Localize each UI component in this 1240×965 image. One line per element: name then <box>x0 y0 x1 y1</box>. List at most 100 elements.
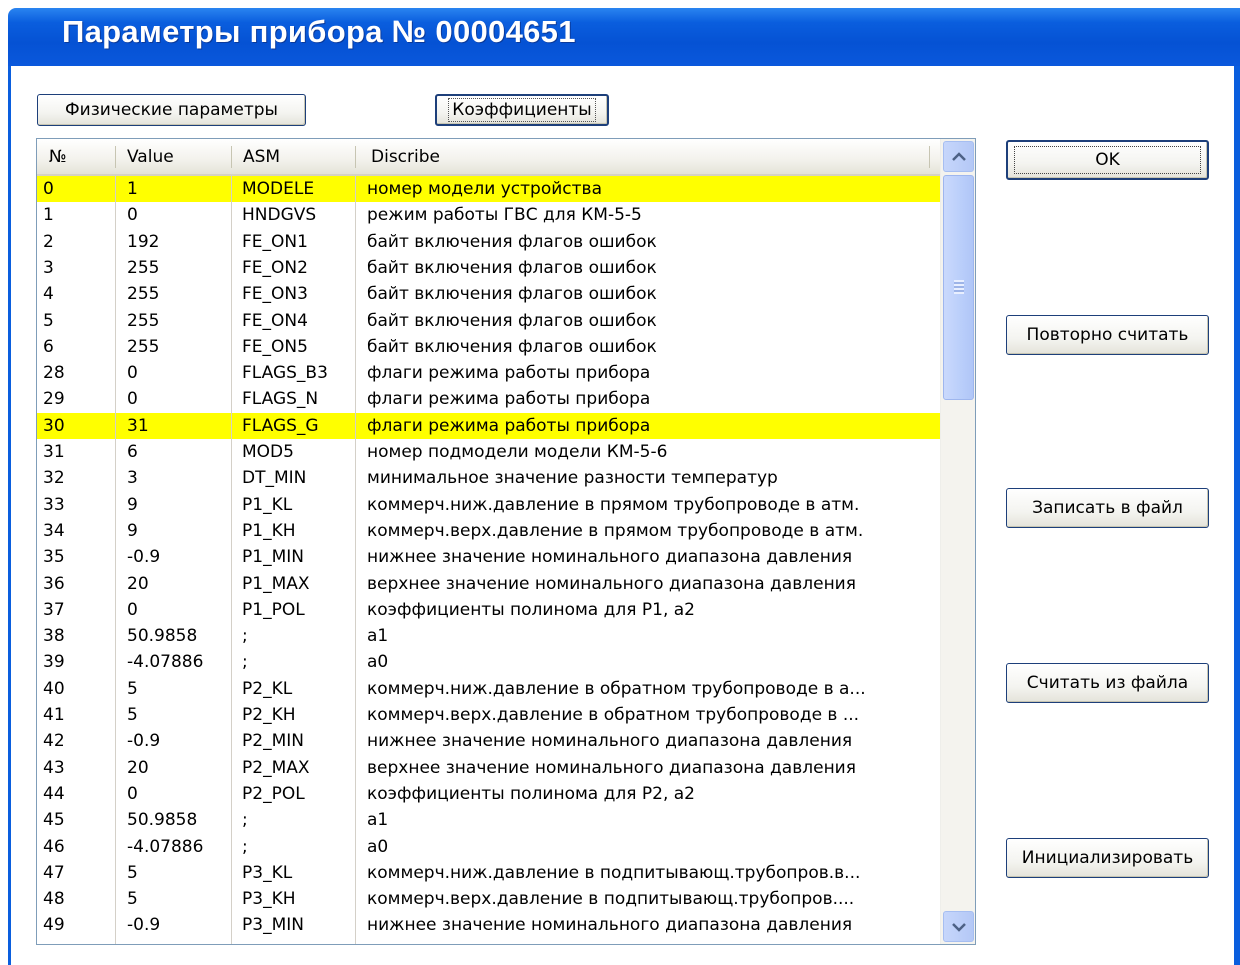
table-row[interactable]: 4 255 FE_ON3 байт включения флагов ошибок <box>37 281 940 307</box>
table-row[interactable]: 33 9 P1_KL коммерч.ниж.давление в прямом тр… <box>37 492 940 518</box>
cell-value: 5 <box>127 705 138 725</box>
cell-no: 35 <box>43 547 65 568</box>
table-row[interactable]: 41 5 P2_KH коммерч.верх.давление в обратном… <box>37 702 940 728</box>
column-header-no[interactable]: № <box>37 139 115 174</box>
table-row[interactable]: 48 5 P3_KH коммерч.верх.давление в подпитыв… <box>37 886 940 912</box>
reread-button[interactable]: Повторно считать <box>1006 315 1209 355</box>
cell-no: 29 <box>43 389 65 410</box>
cell-no: 5 <box>43 310 54 331</box>
cell-no: 47 <box>43 862 65 883</box>
table-row[interactable]: 49 -0.9 P3_MIN нижнее значение номинального… <box>37 912 940 938</box>
cell-describe: флаги режима работы прибора <box>367 363 651 384</box>
cell-value: -0.9 <box>127 915 161 936</box>
cell-describe: коммерч.ниж.давление в прямом трубопрово… <box>367 494 860 515</box>
initialize-button[interactable]: Инициализировать <box>1006 838 1209 878</box>
cell-describe: коммерч.ниж.давление в подпитывающ.трубо… <box>367 862 861 883</box>
table-row[interactable]: 43 20 P2_MAX верхнее значение номинального … <box>37 755 940 781</box>
scrollbar-thumb[interactable] <box>943 175 974 400</box>
table-row[interactable]: 30 31 FLAGS_G флаги режима работы прибора <box>37 412 940 439</box>
cell-asm: P1_POL <box>242 599 305 620</box>
table-row[interactable]: 0 1 MODELE номер модели устройства <box>37 176 940 203</box>
table-row[interactable]: 44 0 P2_POL коэффициенты полинома для P2, a… <box>37 781 940 807</box>
table-row[interactable]: 40 5 P2_KL коммерч.ниж.давление в обратном … <box>37 676 940 702</box>
table-row[interactable]: 46 -4.07886; a0 <box>37 834 940 860</box>
cell-describe: верхнее значение номинального диапазона … <box>367 757 856 778</box>
cell-no: 3 <box>43 257 54 278</box>
window-frame-right <box>1234 66 1240 965</box>
cell-value: 5 <box>127 862 138 883</box>
table-row[interactable]: 6 255 FE_ON5 байт включения флагов ошибок <box>37 334 940 360</box>
cell-no: 32 <box>43 468 65 489</box>
table-row[interactable]: 5 255 FE_ON4 байт включения флагов ошибок <box>37 308 940 334</box>
cell-no: 46 <box>43 836 65 857</box>
cell-asm: FE_ON4 <box>242 310 308 331</box>
table-row[interactable]: 32 3 DT_MIN минимальное значение разности т… <box>37 465 940 491</box>
cell-asm: ; <box>242 652 248 673</box>
save-to-file-label: Записать в файл <box>1032 498 1183 518</box>
cell-value: 20 <box>127 757 149 778</box>
cell-asm: FE_ON5 <box>242 336 308 357</box>
table-row[interactable]: 3 255 FE_ON2 байт включения флагов ошибок <box>37 255 940 281</box>
cell-asm: P2_POL <box>242 783 305 804</box>
column-header-describe[interactable]: Discribe <box>355 139 915 174</box>
cell-value: 31 <box>127 415 149 436</box>
vertical-scrollbar[interactable] <box>940 139 975 944</box>
cell-describe: номер модели устройства <box>367 179 602 199</box>
ok-button[interactable]: OK <box>1006 140 1209 180</box>
cell-asm: P3_MIN <box>242 915 304 936</box>
table-row[interactable]: 28 0 FLAGS_B3 флаги режима работы прибора <box>37 360 940 386</box>
cell-describe: a0 <box>367 836 389 857</box>
cell-asm: FLAGS_N <box>242 389 319 410</box>
cell-asm: FLAGS_G <box>242 415 319 436</box>
column-divider <box>231 176 232 944</box>
save-to-file-button[interactable]: Записать в файл <box>1006 488 1209 528</box>
cell-asm: ; <box>242 810 248 831</box>
scrollbar-grip-icon <box>954 280 964 294</box>
table-row[interactable]: 29 0 FLAGS_N флаги режима работы прибора <box>37 386 940 412</box>
table-row[interactable]: 47 5 P3_KL коммерч.ниж.давление в подпитыва… <box>37 860 940 886</box>
cell-describe: минимальное значение разности температур <box>367 468 778 489</box>
cell-value: 9 <box>127 494 138 515</box>
cell-asm: P3_KH <box>242 889 296 910</box>
cell-value: 0 <box>127 599 138 620</box>
table-row[interactable]: 31 6 MOD5 номер подмодели модели КМ-5-6 <box>37 439 940 465</box>
cell-value: 0 <box>127 363 138 384</box>
cell-describe: нижнее значение номинального диапазона д… <box>367 731 853 752</box>
column-separator[interactable] <box>929 146 930 168</box>
parameters-table[interactable]: № Value ASM Discribe 0 1 MODELE номер модел… <box>36 138 976 945</box>
cell-describe: коэффициенты полинома для P1, a2 <box>367 599 695 620</box>
cell-describe: номер подмодели модели КМ-5-6 <box>367 442 668 462</box>
load-from-file-button[interactable]: Считать из файла <box>1006 663 1209 703</box>
scroll-down-arrow-icon[interactable] <box>943 911 974 942</box>
table-row[interactable]: 38 50.9858; a1 <box>37 623 940 649</box>
cell-value: -0.9 <box>127 547 161 568</box>
cell-asm: P2_MIN <box>242 731 304 752</box>
cell-value: -4.07886 <box>127 836 204 857</box>
window-title: Параметры прибора № 00004651 <box>62 14 576 49</box>
title-bar[interactable]: Параметры прибора № 00004651 <box>8 8 1240 66</box>
cell-describe: a1 <box>367 626 389 647</box>
scroll-up-arrow-icon[interactable] <box>943 141 974 172</box>
table-row[interactable]: 1 0 HNDGVS режим работы ГВС для КМ-5-5 <box>37 202 940 228</box>
cell-value: 255 <box>127 257 160 278</box>
cell-value: 5 <box>127 678 138 699</box>
initialize-label: Инициализировать <box>1021 848 1194 868</box>
physical-params-tab-button[interactable]: Физические параметры <box>37 94 306 126</box>
table-row[interactable]: 42 -0.9 P2_MIN нижнее значение номинального… <box>37 728 940 754</box>
cell-describe: коммерч.верх.давление в прямом трубопров… <box>367 520 864 541</box>
table-row[interactable]: 34 9 P1_KH коммерч.верх.давление в прямом т… <box>37 518 940 544</box>
column-header-asm[interactable]: ASM <box>231 139 355 174</box>
table-row[interactable]: 35 -0.9 P1_MIN нижнее значение номинального… <box>37 544 940 570</box>
cell-no: 34 <box>43 520 65 541</box>
cell-no: 42 <box>43 731 65 752</box>
column-header-value[interactable]: Value <box>115 139 231 174</box>
table-row[interactable]: 2 192 FE_ON1 байт включения флагов ошибок <box>37 229 940 255</box>
table-row[interactable]: 45 50.9858; a1 <box>37 807 940 833</box>
table-row[interactable]: 36 20 P1_MAX верхнее значение номинального … <box>37 571 940 597</box>
table-row[interactable]: 37 0 P1_POL коэффициенты полинома для P1, a… <box>37 597 940 623</box>
coefficients-tab-button[interactable]: Коэффициенты <box>435 94 609 126</box>
cell-describe: коммерч.верх.давление в обратном трубопр… <box>367 705 860 725</box>
cell-asm: P1_KH <box>242 520 296 541</box>
table-row[interactable]: 39 -4.07886; a0 <box>37 649 940 675</box>
cell-describe: флаги режима работы прибора <box>367 389 651 410</box>
